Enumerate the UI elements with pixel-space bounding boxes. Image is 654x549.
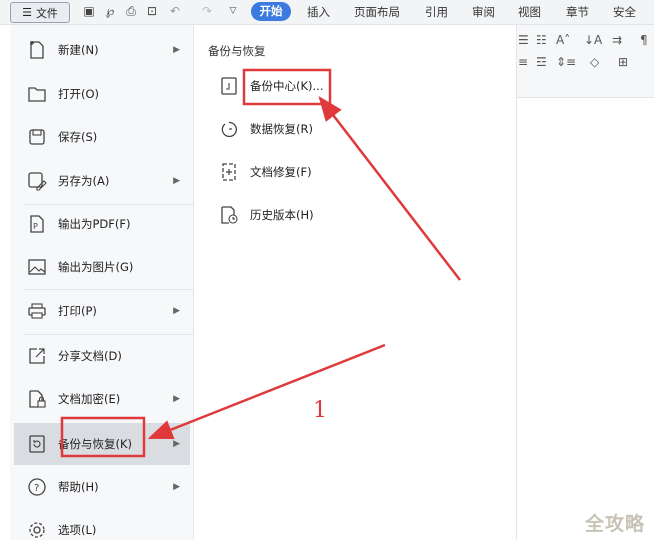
menu-item-save-as[interactable]: 另存为(A) ▶ — [14, 162, 190, 200]
options-gear-icon — [26, 519, 48, 541]
image-export-icon — [26, 256, 48, 278]
help-icon: ? — [26, 476, 48, 498]
backup-icon — [26, 433, 48, 455]
submenu-arrow-icon: ▶ — [173, 306, 180, 316]
submenu-item-label: 文档修复(F) — [250, 165, 312, 179]
file-menu-panel: 新建(N) ▶ 打开(O) 保存(S) 另存为(A) ▶ P 输出为PDF(F)… — [10, 25, 194, 540]
tab-chapter[interactable]: 章节 — [566, 4, 589, 20]
menu-item-new[interactable]: 新建(N) ▶ — [14, 31, 190, 69]
menu-item-label: 文档加密(E) — [58, 392, 121, 406]
svg-text:?: ? — [34, 483, 39, 494]
menu-item-open[interactable]: 打开(O) — [14, 75, 190, 113]
backup-center-icon — [218, 75, 240, 97]
submenu-item-data-recovery[interactable]: 数据恢复(R) — [218, 116, 458, 142]
menu-divider — [24, 334, 194, 335]
align-justify-icon[interactable]: ≡ — [518, 55, 528, 69]
distributed-align-icon[interactable]: ☲ — [536, 55, 547, 69]
save-icon — [26, 126, 48, 148]
menu-item-label: 输出为PDF(F) — [58, 217, 131, 231]
submenu-arrow-icon: ▶ — [173, 439, 180, 449]
file-menu-label: 文件 — [35, 6, 58, 20]
submenu-title: 备份与恢复 — [208, 44, 266, 58]
ribbon-partial: ☰ ☷ A˄ ↓A ⇉ ¶ ≡ ☲ ⇕≡ ◇ ⊞ — [516, 25, 654, 98]
submenu-arrow-icon: ▶ — [173, 176, 180, 186]
sort-icon[interactable]: ↓A — [584, 33, 602, 47]
menu-divider — [24, 289, 194, 290]
menu-item-save[interactable]: 保存(S) — [14, 118, 190, 156]
submenu-arrow-icon: ▶ — [173, 394, 180, 404]
tab-insert[interactable]: 插入 — [307, 4, 330, 20]
show-marks-icon[interactable]: ¶ — [640, 33, 648, 47]
menu-item-export-image[interactable]: 输出为图片(G) — [14, 248, 190, 286]
tab-security[interactable]: 安全 — [613, 4, 636, 20]
save-quick-icon[interactable]: ▣ — [82, 4, 96, 18]
submenu-arrow-icon: ▶ — [173, 482, 180, 492]
menu-item-label: 打印(P) — [58, 304, 97, 318]
undo-icon[interactable]: ↶ — [168, 4, 182, 18]
annotation-step-number: 1 — [313, 398, 327, 423]
data-recovery-icon — [218, 118, 240, 140]
printer-icon — [26, 300, 48, 322]
encrypt-icon — [26, 388, 48, 410]
submenu-arrow-icon: ▶ — [173, 45, 180, 55]
menu-item-label: 另存为(A) — [58, 174, 110, 188]
tab-view[interactable]: 视图 — [518, 4, 541, 20]
menu-item-backup-restore[interactable]: 备份与恢复(K) ▶ — [14, 423, 190, 465]
menu-item-options[interactable]: 选项(L) — [14, 511, 190, 549]
folder-open-icon — [26, 83, 48, 105]
document-canvas[interactable] — [516, 98, 654, 540]
menu-item-label: 帮助(H) — [58, 480, 99, 494]
line-spacing-icon[interactable]: ⇕≡ — [556, 55, 576, 69]
submenu-item-backup-center[interactable]: 备份中心(K)... — [218, 73, 458, 99]
submenu-item-doc-repair[interactable]: 文档修复(F) — [218, 159, 458, 185]
pdf-export-icon: P — [26, 213, 48, 235]
tab-page-layout[interactable]: 页面布局 — [354, 4, 400, 20]
menu-item-help[interactable]: ? 帮助(H) ▶ — [14, 468, 190, 506]
bullet-list-icon[interactable]: ☰ — [518, 33, 529, 47]
tab-review[interactable]: 审阅 — [472, 4, 495, 20]
format-painter-icon[interactable]: ℘ — [103, 4, 117, 18]
menu-item-print[interactable]: 打印(P) ▶ — [14, 292, 190, 330]
share-icon — [26, 345, 48, 367]
redo-icon[interactable]: ↷ — [200, 4, 214, 18]
customize-dropdown-icon[interactable]: ▽ — [226, 4, 240, 18]
file-menu-button[interactable]: ☰ 文件 — [10, 2, 70, 23]
numbered-list-icon[interactable]: ☷ — [536, 33, 547, 47]
submenu-item-label: 备份中心(K)... — [250, 79, 324, 93]
top-toolbar: ☰ 文件 ▣ ℘ ⎙ ⊡ ↶ ↷ ▽ 开始 插入 页面布局 引用 审阅 视图 章… — [0, 0, 654, 25]
menu-item-export-pdf[interactable]: P 输出为PDF(F) — [14, 205, 190, 243]
backup-restore-submenu: 备份与恢复 备份中心(K)... 数据恢复(R) 文档修复(F) 历史版本(H) — [194, 25, 517, 540]
border-icon[interactable]: ⊞ — [618, 55, 628, 69]
menu-item-label: 新建(N) — [58, 43, 99, 57]
menu-item-share[interactable]: 分享文档(D) — [14, 337, 190, 375]
print-quick-icon[interactable]: ⎙ — [124, 4, 138, 18]
save-as-icon — [26, 170, 48, 192]
menu-item-label: 打开(O) — [58, 87, 100, 101]
font-size-up-icon[interactable]: A˄ — [556, 33, 570, 47]
menu-item-label: 输出为图片(G) — [58, 260, 134, 274]
indent-icon[interactable]: ⇉ — [612, 33, 622, 47]
menu-item-label: 备份与恢复(K) — [58, 437, 133, 451]
menu-item-label: 选项(L) — [58, 523, 97, 537]
shading-icon[interactable]: ◇ — [590, 55, 599, 69]
tab-references[interactable]: 引用 — [425, 4, 448, 20]
new-file-icon — [26, 39, 48, 61]
svg-text:P: P — [33, 222, 38, 231]
hamburger-icon: ☰ — [22, 6, 32, 19]
tab-start[interactable]: 开始 — [251, 2, 291, 21]
menu-item-encrypt[interactable]: 文档加密(E) ▶ — [14, 380, 190, 418]
doc-repair-icon — [218, 161, 240, 183]
menu-item-label: 保存(S) — [58, 130, 98, 144]
history-version-icon — [218, 204, 240, 226]
submenu-item-history-version[interactable]: 历史版本(H) — [218, 202, 458, 228]
menu-item-label: 分享文档(D) — [58, 349, 122, 363]
print-preview-icon[interactable]: ⊡ — [145, 4, 159, 18]
watermark-text: 全攻略 — [585, 513, 646, 535]
submenu-item-label: 数据恢复(R) — [250, 122, 313, 136]
submenu-item-label: 历史版本(H) — [250, 208, 314, 222]
